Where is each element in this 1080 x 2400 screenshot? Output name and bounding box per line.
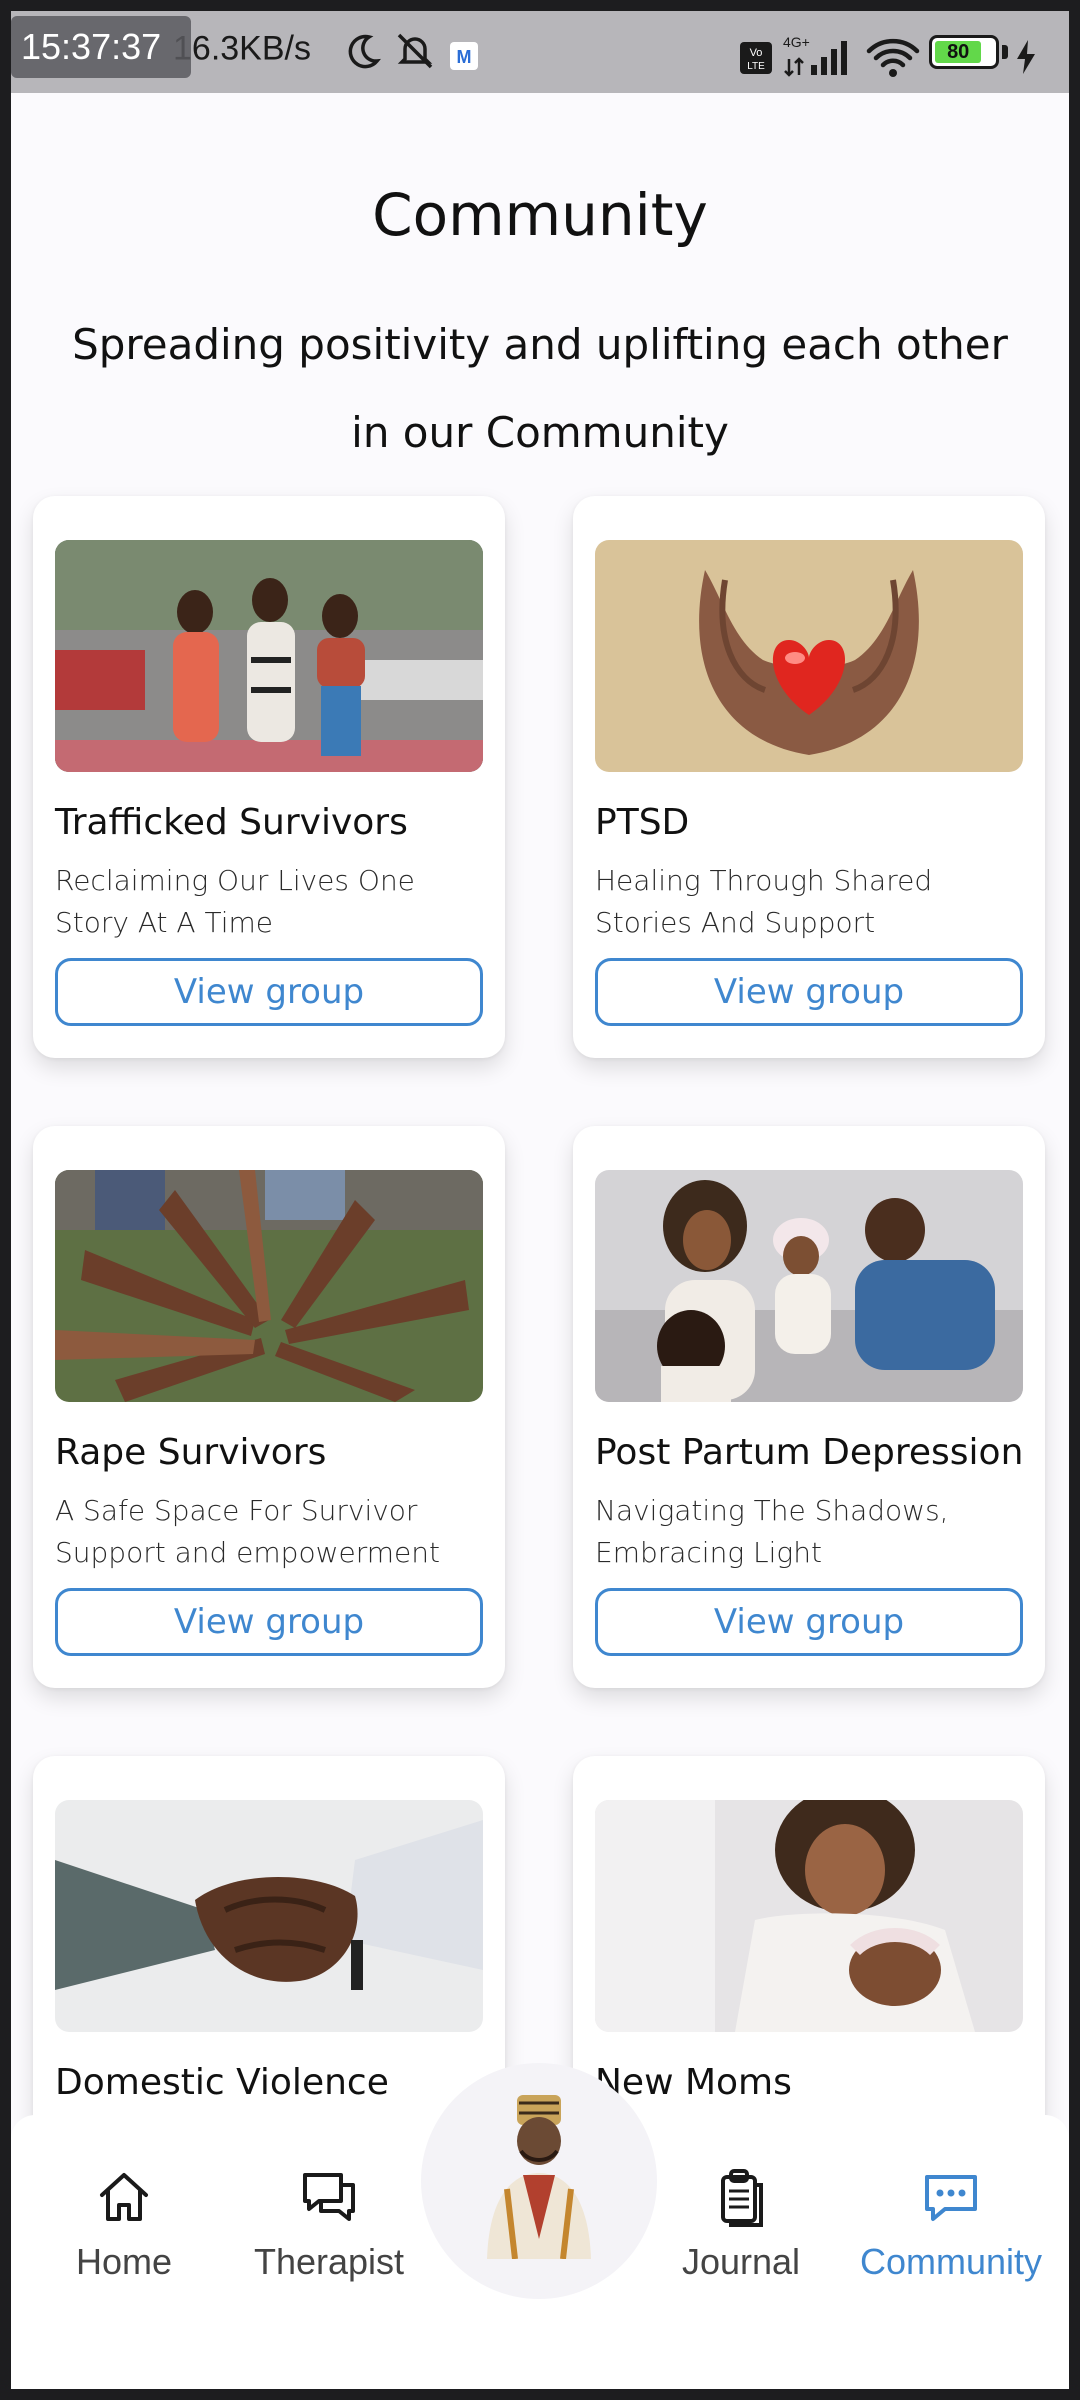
- view-group-button[interactable]: View group: [595, 1588, 1023, 1656]
- view-group-button[interactable]: View group: [55, 1588, 483, 1656]
- group-description: Healing Through Shared Stories And Suppo…: [595, 864, 933, 939]
- nav-therapist-label: Therapist: [253, 2241, 405, 2282]
- screen: 16.3KB/s M Vo LTE 4G+ 80 15:37:37 Communi…: [11, 11, 1069, 2389]
- nav-home[interactable]: Home: [24, 2167, 224, 2283]
- battery-level: 80: [935, 41, 982, 63]
- nav-community[interactable]: Community: [851, 2167, 1051, 2283]
- home-icon: [100, 2173, 148, 2221]
- chat-bubbles-icon: [303, 2173, 355, 2221]
- clipboard-icon: [721, 2169, 763, 2227]
- group-title: Trafficked Survivors: [55, 802, 408, 843]
- status-bar: 16.3KB/s M Vo LTE 4G+ 80 15:37:37: [11, 11, 1069, 93]
- group-description: A Safe Space For Survivor Support and em…: [55, 1494, 440, 1569]
- group-title: PTSD: [595, 802, 690, 843]
- svg-text:M: M: [457, 47, 472, 67]
- nav-therapist[interactable]: Therapist: [229, 2167, 429, 2283]
- group-card-ptsd: PTSD Healing Through Shared Stories And …: [573, 496, 1045, 1058]
- volte-icon: Vo LTE: [740, 42, 772, 74]
- page-subtitle: Spreading positivity and uplifting each …: [72, 320, 1008, 457]
- nav-home-label: Home: [75, 2241, 173, 2282]
- moon-icon: [348, 34, 381, 69]
- battery-cap: [1002, 45, 1008, 59]
- group-image: [595, 1170, 1023, 1402]
- group-title: Post Partum Depression: [595, 1432, 1024, 1473]
- view-group-button[interactable]: View group: [55, 958, 483, 1026]
- svg-text:LTE: LTE: [747, 61, 765, 72]
- group-image: [55, 1800, 483, 2032]
- clock: 15:37:37: [11, 16, 191, 78]
- view-group-button[interactable]: View group: [595, 958, 1023, 1026]
- avatar-button[interactable]: [471, 2089, 607, 2259]
- app-notification-icon: M: [450, 42, 478, 70]
- group-image: [595, 540, 1023, 772]
- group-title: New Moms: [595, 2062, 792, 2103]
- cellular-signal-icon: 4G+: [783, 34, 847, 77]
- group-description: Navigating The Shadows, Embracing Light: [595, 1494, 949, 1569]
- nav-journal[interactable]: Journal: [641, 2167, 841, 2283]
- group-card-post-partum-depression: Post Partum Depression Navigating The Sh…: [573, 1126, 1045, 1688]
- svg-text:Vo: Vo: [750, 47, 763, 59]
- group-title: Rape Survivors: [55, 1432, 327, 1473]
- muted-bell-icon: [397, 33, 433, 69]
- group-image: [55, 540, 483, 772]
- wifi-icon: [866, 38, 920, 77]
- group-card-rape-survivors: Rape Survivors A Safe Space For Survivor…: [33, 1126, 505, 1688]
- group-card-trafficked-survivors: Trafficked Survivors Reclaiming Our Live…: [33, 496, 505, 1058]
- group-image: [595, 1800, 1023, 2032]
- group-description: Reclaiming Our Lives One Story At A Time: [55, 864, 415, 939]
- group-image: [55, 1170, 483, 1402]
- charging-bolt-icon: [1017, 40, 1035, 74]
- net-speed: 16.3KB/s: [173, 29, 311, 68]
- nav-community-label: Community: [859, 2241, 1043, 2282]
- svg-text:4G+: 4G+: [783, 34, 810, 50]
- group-title: Domestic Violence: [55, 2062, 389, 2103]
- page-title: Community: [372, 181, 708, 249]
- battery-icon: 80: [929, 35, 999, 69]
- community-chat-icon: [925, 2175, 977, 2221]
- nav-journal-label: Journal: [681, 2241, 801, 2282]
